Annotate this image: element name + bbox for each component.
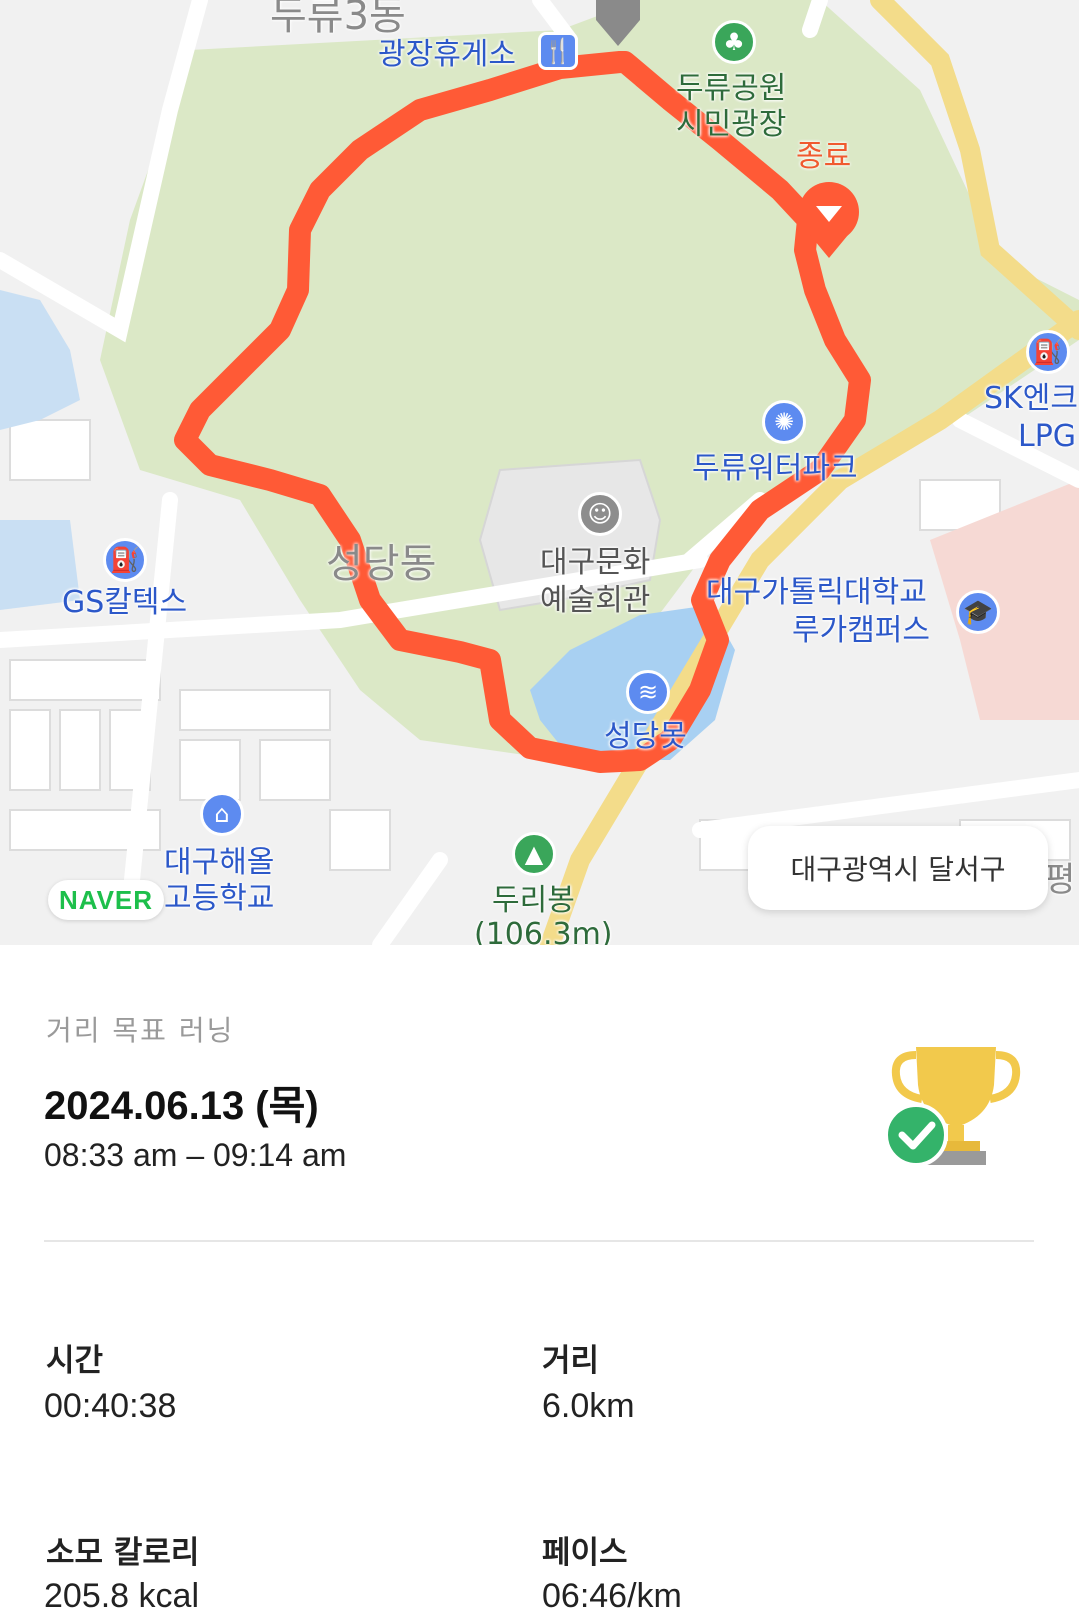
map-label-arts-center-1[interactable]: 대구문화 xyxy=(540,546,650,580)
gas-station-icon[interactable]: ⛽ xyxy=(103,538,147,582)
map-label-end: 종료 xyxy=(796,139,852,174)
map-label-rest-area[interactable]: 광장휴게소 xyxy=(378,38,516,72)
restaurant-icon[interactable]: 🍴 xyxy=(538,32,578,70)
theater-mask-icon[interactable]: ☺ xyxy=(578,492,622,536)
map-label-duryu3dong: 두류3동 xyxy=(270,0,406,39)
map-label-duribong-height: (106.3m) xyxy=(474,917,613,946)
map-label-seongdangmot[interactable]: 성당못 xyxy=(604,720,687,754)
park-icon[interactable]: ♣ xyxy=(712,20,756,64)
map-label-catholic-univ-1[interactable]: 대구가톨릭대학교 xyxy=(706,576,927,610)
check-icon xyxy=(886,1103,948,1167)
lake-icon[interactable]: ≋ xyxy=(626,670,670,714)
distance-value: 6.0km xyxy=(542,1387,635,1425)
distance-label: 거리 xyxy=(542,1343,600,1379)
pace-value: 06:46/km xyxy=(542,1577,682,1615)
run-category: 거리 목표 러닝 xyxy=(46,1014,235,1047)
route-map[interactable]: 🍴 ♣ ⛽ ✺ ☺ ⛽ 🎓 ≋ ⌂ ▲ 두류3동 광장휴게소 두류공원 시민광장… xyxy=(0,0,1079,945)
map-label-sk[interactable]: SK엔크 xyxy=(984,382,1078,416)
mountain-icon[interactable]: ▲ xyxy=(512,832,556,876)
pace-label: 페이스 xyxy=(542,1535,628,1571)
map-label-park-plaza-1[interactable]: 두류공원 xyxy=(676,72,786,106)
map-label-park-plaza-2[interactable]: 시민광장 xyxy=(676,108,786,142)
ferris-wheel-icon[interactable]: ✺ xyxy=(762,400,806,444)
map-label-seongdang-dong: 성당동 xyxy=(326,541,437,587)
map-base xyxy=(0,0,1079,945)
map-label-arts-center-2[interactable]: 예술회관 xyxy=(540,584,650,618)
region-chip[interactable]: 대구광역시 달서구 xyxy=(748,826,1048,910)
map-label-haeol-1[interactable]: 대구해올 xyxy=(164,846,274,880)
school-cap-icon[interactable]: 🎓 xyxy=(956,590,1000,634)
run-summary-panel: 거리 목표 러닝 2024.06.13 (목) 08:33 am – 09:14… xyxy=(0,945,1079,1619)
map-label-haeol-2[interactable]: 고등학교 xyxy=(164,882,274,916)
divider xyxy=(44,1240,1034,1242)
naver-logo: NAVER xyxy=(48,880,164,920)
calories-label: 소모 칼로리 xyxy=(46,1535,200,1571)
map-label-gs[interactable]: GS칼텍스 xyxy=(62,586,187,620)
map-label-lpg[interactable]: LPG xyxy=(1018,420,1076,454)
gas-station-icon[interactable]: ⛽ xyxy=(1026,330,1070,374)
time-value: 00:40:38 xyxy=(44,1387,177,1425)
map-label-partial: 평 xyxy=(1044,860,1076,900)
run-time-range: 08:33 am – 09:14 am xyxy=(44,1137,347,1173)
map-label-catholic-univ-2[interactable]: 루가캠퍼스 xyxy=(792,614,930,648)
map-label-duribong[interactable]: 두리봉 xyxy=(492,884,575,918)
calories-value: 205.8 kcal xyxy=(44,1577,199,1615)
run-date: 2024.06.13 (목) xyxy=(44,1084,319,1128)
time-label: 시간 xyxy=(46,1343,104,1379)
school-icon[interactable]: ⌂ xyxy=(200,792,244,836)
trophy-icon xyxy=(886,1047,1021,1167)
map-label-waterpark[interactable]: 두류워터파크 xyxy=(692,452,858,486)
